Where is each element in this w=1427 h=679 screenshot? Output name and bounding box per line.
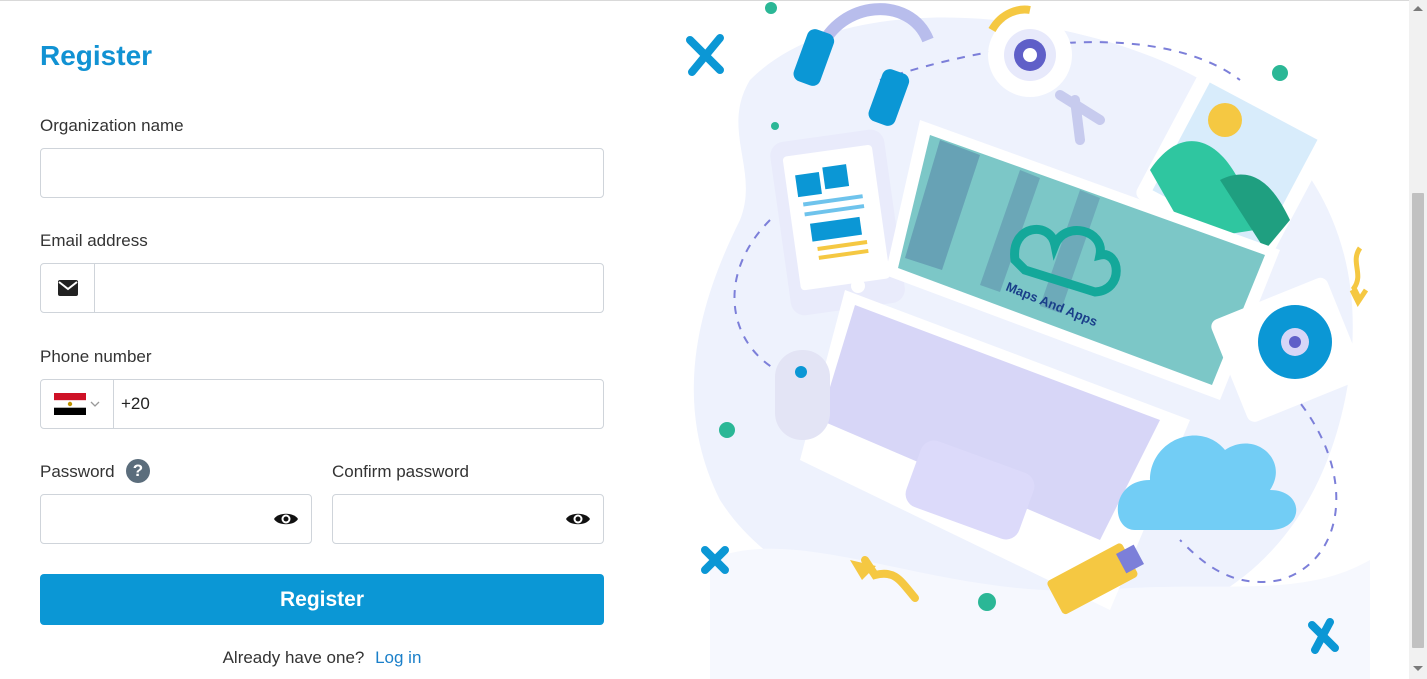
login-prompt: Already have one? Log in: [40, 648, 604, 668]
org-name-label: Organization name: [40, 116, 184, 135]
phone-value: +20: [121, 394, 150, 413]
page-title: Register: [40, 40, 153, 71]
hero-illustration: Maps And Apps: [686, 2, 1370, 679]
phone-label: Phone number: [40, 347, 152, 366]
org-name-input[interactable]: [40, 148, 604, 198]
envelope-icon: [57, 280, 78, 296]
cross-decoration: [686, 34, 724, 76]
password-label: Password: [40, 462, 115, 481]
eye-icon[interactable]: [565, 509, 591, 529]
chevron-down-icon: [90, 401, 99, 407]
email-input[interactable]: [40, 263, 604, 313]
egypt-flag-icon: [53, 393, 86, 415]
login-link[interactable]: Log in: [375, 648, 421, 667]
help-icon[interactable]: ?: [126, 459, 150, 483]
eye-icon[interactable]: [273, 509, 299, 529]
confirm-password-input[interactable]: [332, 494, 604, 544]
mouse-illustration: [775, 350, 830, 440]
email-label: Email address: [40, 231, 148, 250]
phone-input[interactable]: +20: [40, 379, 604, 429]
scroll-down-arrow[interactable]: [1413, 666, 1423, 671]
vertical-scrollbar[interactable]: [1409, 0, 1427, 679]
email-addon: [41, 264, 95, 312]
scroll-thumb[interactable]: [1412, 193, 1424, 648]
country-selector[interactable]: [41, 380, 114, 428]
confirm-password-label: Confirm password: [332, 462, 469, 481]
login-prompt-text: Already have one?: [222, 648, 365, 667]
scroll-up-arrow[interactable]: [1413, 6, 1423, 11]
password-input[interactable]: [40, 494, 312, 544]
register-button[interactable]: Register: [40, 574, 604, 625]
